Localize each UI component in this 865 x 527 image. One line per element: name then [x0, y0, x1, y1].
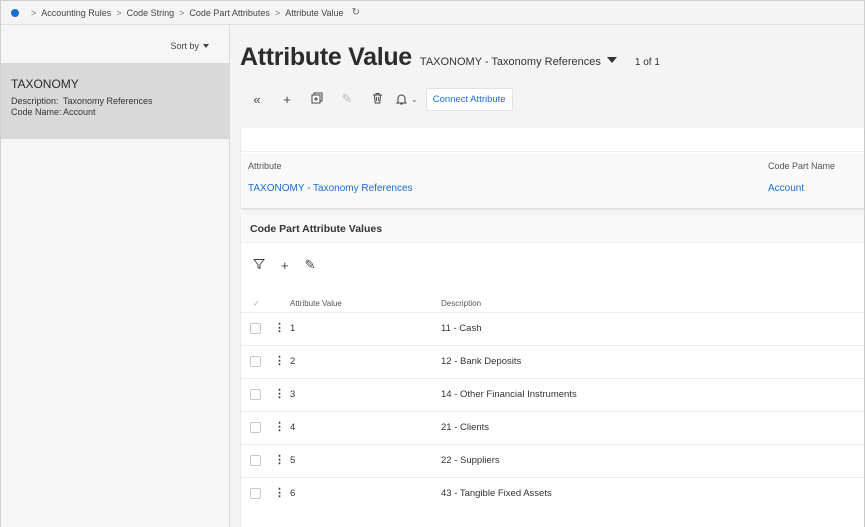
attribute-value-cell: 3	[290, 389, 296, 400]
row-checkbox[interactable]	[250, 323, 261, 334]
sort-by-button[interactable]: Sort by	[170, 41, 209, 51]
add-row-icon[interactable]: +	[281, 258, 289, 273]
duplicate-icon[interactable]	[306, 92, 328, 107]
attribute-values-card: Code Part Attribute Values + ✎ ✓ Attribu…	[241, 215, 864, 527]
table-row[interactable]: ⋮ 3 14 - Other Financial Instruments	[241, 378, 864, 411]
code-part-name-link[interactable]: Account	[768, 183, 804, 194]
add-icon[interactable]: +	[276, 92, 298, 107]
table-row[interactable]: ⋮ 4 21 - Clients	[241, 411, 864, 444]
row-checkbox[interactable]	[250, 455, 261, 466]
row-checkbox[interactable]	[250, 389, 261, 400]
chevron-down-icon	[203, 44, 209, 48]
edit-row-icon[interactable]: ✎	[305, 257, 316, 273]
breadcrumb-separator: >	[31, 7, 37, 18]
values-card-header: Code Part Attribute Values	[241, 215, 864, 243]
description-cell: 12 - Bank Deposits	[441, 356, 522, 367]
description-cell: 21 - Clients	[441, 422, 490, 433]
description-value: Taxonomy References	[63, 96, 153, 106]
select-all-checkmark-icon[interactable]: ✓	[253, 299, 260, 308]
column-header-description[interactable]: Description	[441, 299, 481, 308]
breadcrumb-separator: >	[116, 7, 122, 18]
refresh-icon[interactable]: ↻	[352, 7, 360, 18]
sort-by-label: Sort by	[170, 41, 199, 51]
attribute-value-cell: 4	[290, 422, 296, 433]
list-item-description: Description: Taxonomy References	[11, 96, 230, 107]
delete-icon[interactable]	[366, 92, 388, 107]
column-header-attribute-value[interactable]: Attribute Value	[290, 299, 342, 308]
detail-card-header	[241, 128, 864, 152]
table-row[interactable]: ⋮ 2 12 - Bank Deposits	[241, 345, 864, 378]
row-checkbox[interactable]	[250, 422, 261, 433]
description-cell: 11 - Cash	[441, 323, 482, 334]
row-checkbox[interactable]	[250, 356, 261, 367]
notifications-button[interactable]: ⌄	[396, 93, 418, 105]
values-card-title: Code Part Attribute Values	[250, 223, 383, 235]
list-item-title: TAXONOMY	[11, 77, 79, 91]
breadcrumb-code-part-attributes[interactable]: Code Part Attributes	[189, 8, 270, 18]
table-row[interactable]: ⋮ 6 43 - Tangible Fixed Assets	[241, 477, 864, 510]
caret-down-icon	[606, 57, 617, 63]
attribute-label: Attribute	[248, 161, 282, 171]
edit-icon[interactable]: ✎	[336, 91, 358, 107]
record-name: TAXONOMY - Taxonomy References	[419, 56, 601, 68]
breadcrumb: > Accounting Rules > Code String > Code …	[1, 1, 864, 25]
breadcrumb-attribute-value: Attribute Value	[285, 7, 344, 18]
code-part-name-label: Code Part Name	[768, 161, 836, 171]
row-menu-icon[interactable]: ⋮	[274, 453, 285, 466]
row-menu-icon[interactable]: ⋮	[274, 486, 285, 499]
toolbar: « + ✎ ⌄ Connect Attribute	[246, 87, 513, 111]
attribute-value-cell: 1	[290, 323, 296, 334]
detail-card-body: Attribute TAXONOMY - Taxonomy References…	[241, 153, 864, 208]
description-cell: 43 - Tangible Fixed Assets	[441, 488, 552, 499]
table-row[interactable]: ⋮ 5 22 - Suppliers	[241, 444, 864, 477]
home-dot-icon[interactable]	[11, 8, 19, 17]
attribute-value-cell: 2	[290, 356, 296, 367]
collapse-panel-icon[interactable]: «	[246, 92, 268, 107]
code-name-label: Code Name:	[11, 107, 62, 117]
description-label: Description:	[11, 96, 59, 106]
record-list-panel: Sort by TAXONOMY Description: Taxonomy Re…	[1, 25, 230, 527]
connect-attribute-button[interactable]: Connect Attribute	[425, 87, 513, 111]
row-menu-icon[interactable]: ⋮	[274, 321, 285, 334]
attribute-value-cell: 6	[290, 488, 296, 499]
bell-icon	[396, 94, 407, 105]
record-list-item[interactable]: TAXONOMY Description: Taxonomy References…	[1, 63, 230, 139]
attribute-value-cell: 5	[290, 455, 296, 466]
breadcrumb-code-string[interactable]: Code String	[127, 8, 175, 18]
description-cell: 22 - Suppliers	[441, 455, 500, 466]
record-count: 1 of 1	[634, 57, 660, 68]
filter-icon[interactable]	[252, 258, 266, 273]
description-cell: 14 - Other Financial Instruments	[441, 389, 577, 400]
table-row[interactable]: ⋮ 1 11 - Cash	[241, 312, 864, 345]
list-item-code-name: Code Name:Account	[11, 107, 230, 118]
page-title: Attribute Value	[240, 43, 412, 71]
row-menu-icon[interactable]: ⋮	[274, 387, 285, 400]
values-toolbar: + ✎	[252, 257, 316, 273]
main-content: Attribute Value TAXONOMY - Taxonomy Refe…	[230, 25, 864, 527]
breadcrumb-separator: >	[179, 7, 185, 18]
row-checkbox[interactable]	[250, 488, 261, 499]
row-menu-icon[interactable]: ⋮	[274, 420, 285, 433]
breadcrumb-separator: >	[274, 7, 281, 18]
attribute-link[interactable]: TAXONOMY - Taxonomy References	[248, 183, 413, 194]
attribute-detail-card: Attribute TAXONOMY - Taxonomy References…	[241, 128, 864, 208]
record-selector[interactable]: TAXONOMY - Taxonomy References	[420, 56, 623, 68]
breadcrumb-accounting-rules[interactable]: Accounting Rules	[41, 8, 111, 18]
chevron-down-icon: ⌄	[411, 94, 418, 104]
row-menu-icon[interactable]: ⋮	[274, 354, 285, 367]
code-name-value: Account	[63, 107, 96, 117]
page-header: Attribute Value TAXONOMY - Taxonomy Refe…	[240, 43, 660, 72]
